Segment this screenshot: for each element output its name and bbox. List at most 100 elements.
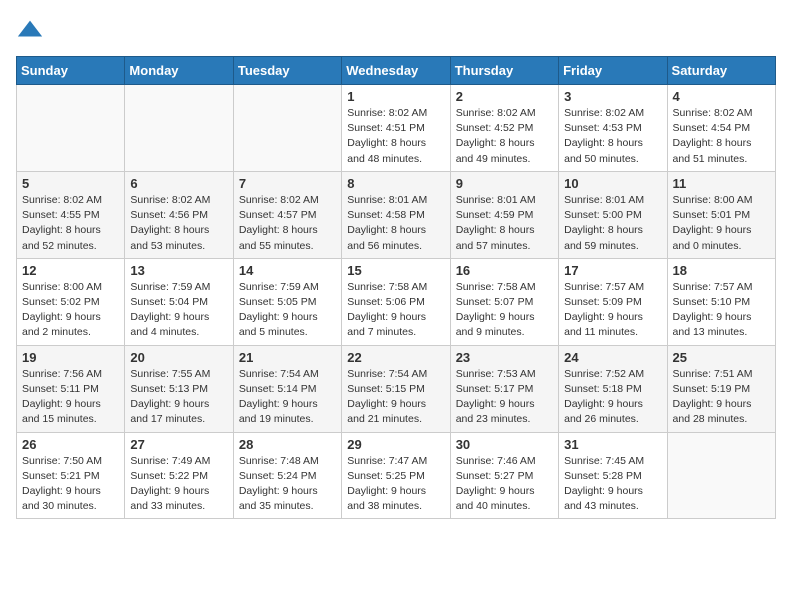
calendar-cell: 9Sunrise: 8:01 AM Sunset: 4:59 PM Daylig… (450, 171, 558, 258)
weekday-header-saturday: Saturday (667, 57, 775, 85)
calendar-cell: 16Sunrise: 7:58 AM Sunset: 5:07 PM Dayli… (450, 258, 558, 345)
day-number: 29 (347, 437, 444, 452)
day-info: Sunrise: 8:02 AM Sunset: 4:53 PM Dayligh… (564, 106, 661, 167)
day-number: 24 (564, 350, 661, 365)
day-number: 23 (456, 350, 553, 365)
day-info: Sunrise: 7:57 AM Sunset: 5:09 PM Dayligh… (564, 280, 661, 341)
day-number: 25 (673, 350, 770, 365)
day-number: 21 (239, 350, 336, 365)
calendar-cell: 29 Sunrise: 7:47 AM Sunset: 5:25 PM Dayli… (342, 432, 450, 519)
calendar-cell (667, 432, 775, 519)
calendar-week-row: 26 Sunrise: 7:50 AM Sunset: 5:21 PM Dayli… (17, 432, 776, 519)
day-info: Sunrise: 8:00 AM Sunset: 5:02 PM Dayligh… (22, 280, 119, 341)
day-info: Sunrise: 7:59 AM Sunset: 5:04 PM Dayligh… (130, 280, 227, 341)
calendar-cell: 13 Sunrise: 7:59 AM Sunset: 5:04 PM Dayli… (125, 258, 233, 345)
weekday-header-wednesday: Wednesday (342, 57, 450, 85)
calendar-cell: 10 Sunrise: 8:01 AM Sunset: 5:00 PM Dayli… (559, 171, 667, 258)
calendar-week-row: 12 Sunrise: 8:00 AM Sunset: 5:02 PM Dayli… (17, 258, 776, 345)
day-info: Sunrise: 7:54 AM Sunset: 5:14 PM Dayligh… (239, 367, 336, 428)
day-number: 12 (22, 263, 119, 278)
day-info: Sunrise: 7:51 AM Sunset: 5:19 PM Dayligh… (673, 367, 770, 428)
day-info: Sunrise: 7:48 AM Sunset: 5:24 PM Dayligh… (239, 454, 336, 515)
day-number: 15 (347, 263, 444, 278)
day-number: 3 (564, 89, 661, 104)
calendar-cell: 6 Sunrise: 8:02 AM Sunset: 4:56 PM Daylig… (125, 171, 233, 258)
calendar-cell: 26 Sunrise: 7:50 AM Sunset: 5:21 PM Dayli… (17, 432, 125, 519)
day-info: Sunrise: 8:01 AM Sunset: 4:58 PM Dayligh… (347, 193, 444, 254)
calendar-cell: 1 Sunrise: 8:02 AM Sunset: 4:51 PM Daylig… (342, 85, 450, 172)
weekday-header-friday: Friday (559, 57, 667, 85)
calendar-cell: 7 Sunrise: 8:02 AM Sunset: 4:57 PM Daylig… (233, 171, 341, 258)
calendar-cell (233, 85, 341, 172)
day-info: Sunrise: 8:02 AM Sunset: 4:55 PM Dayligh… (22, 193, 119, 254)
day-number: 19 (22, 350, 119, 365)
day-info: Sunrise: 8:00 AM Sunset: 5:01 PM Dayligh… (673, 193, 770, 254)
day-info: Sunrise: 7:59 AM Sunset: 5:05 PM Dayligh… (239, 280, 336, 341)
day-info: Sunrise: 7:45 AM Sunset: 5:28 PM Dayligh… (564, 454, 661, 515)
day-number: 26 (22, 437, 119, 452)
day-number: 6 (130, 176, 227, 191)
day-info: Sunrise: 8:02 AM Sunset: 4:57 PM Dayligh… (239, 193, 336, 254)
calendar-cell: 20 Sunrise: 7:55 AM Sunset: 5:13 PM Dayli… (125, 345, 233, 432)
day-info: Sunrise: 8:02 AM Sunset: 4:51 PM Dayligh… (347, 106, 444, 167)
day-info: Sunrise: 7:52 AM Sunset: 5:18 PM Dayligh… (564, 367, 661, 428)
day-info: Sunrise: 7:58 AM Sunset: 5:07 PM Dayligh… (456, 280, 553, 341)
day-number: 10 (564, 176, 661, 191)
day-info: Sunrise: 7:46 AM Sunset: 5:27 PM Dayligh… (456, 454, 553, 515)
calendar-cell: 4Sunrise: 8:02 AM Sunset: 4:54 PM Daylig… (667, 85, 775, 172)
calendar-week-row: 1 Sunrise: 8:02 AM Sunset: 4:51 PM Daylig… (17, 85, 776, 172)
day-info: Sunrise: 7:53 AM Sunset: 5:17 PM Dayligh… (456, 367, 553, 428)
day-info: Sunrise: 7:47 AM Sunset: 5:25 PM Dayligh… (347, 454, 444, 515)
logo-icon (16, 16, 44, 44)
day-number: 14 (239, 263, 336, 278)
calendar-cell: 14 Sunrise: 7:59 AM Sunset: 5:05 PM Dayli… (233, 258, 341, 345)
calendar-cell: 8 Sunrise: 8:01 AM Sunset: 4:58 PM Daylig… (342, 171, 450, 258)
day-info: Sunrise: 8:02 AM Sunset: 4:54 PM Dayligh… (673, 106, 770, 167)
day-number: 13 (130, 263, 227, 278)
weekday-header-monday: Monday (125, 57, 233, 85)
day-info: Sunrise: 7:49 AM Sunset: 5:22 PM Dayligh… (130, 454, 227, 515)
calendar-cell: 11 Sunrise: 8:00 AM Sunset: 5:01 PM Dayli… (667, 171, 775, 258)
day-number: 28 (239, 437, 336, 452)
calendar-cell: 23 Sunrise: 7:53 AM Sunset: 5:17 PM Dayli… (450, 345, 558, 432)
day-number: 22 (347, 350, 444, 365)
day-info: Sunrise: 7:50 AM Sunset: 5:21 PM Dayligh… (22, 454, 119, 515)
day-info: Sunrise: 7:57 AM Sunset: 5:10 PM Dayligh… (673, 280, 770, 341)
logo (16, 16, 48, 44)
calendar-cell: 30 Sunrise: 7:46 AM Sunset: 5:27 PM Dayli… (450, 432, 558, 519)
calendar-cell (125, 85, 233, 172)
calendar-cell: 27Sunrise: 7:49 AM Sunset: 5:22 PM Dayli… (125, 432, 233, 519)
day-number: 9 (456, 176, 553, 191)
day-info: Sunrise: 7:55 AM Sunset: 5:13 PM Dayligh… (130, 367, 227, 428)
day-number: 5 (22, 176, 119, 191)
day-number: 30 (456, 437, 553, 452)
day-number: 8 (347, 176, 444, 191)
day-number: 1 (347, 89, 444, 104)
calendar-table: SundayMondayTuesdayWednesdayThursdayFrid… (16, 56, 776, 519)
day-number: 2 (456, 89, 553, 104)
calendar-cell: 21 Sunrise: 7:54 AM Sunset: 5:14 PM Dayli… (233, 345, 341, 432)
weekday-header-thursday: Thursday (450, 57, 558, 85)
calendar-cell: 5 Sunrise: 8:02 AM Sunset: 4:55 PM Daylig… (17, 171, 125, 258)
calendar-cell: 12 Sunrise: 8:00 AM Sunset: 5:02 PM Dayli… (17, 258, 125, 345)
calendar-cell: 17 Sunrise: 7:57 AM Sunset: 5:09 PM Dayli… (559, 258, 667, 345)
calendar-cell: 28 Sunrise: 7:48 AM Sunset: 5:24 PM Dayli… (233, 432, 341, 519)
day-number: 7 (239, 176, 336, 191)
day-number: 11 (673, 176, 770, 191)
calendar-cell: 3 Sunrise: 8:02 AM Sunset: 4:53 PM Daylig… (559, 85, 667, 172)
weekday-header-sunday: Sunday (17, 57, 125, 85)
calendar-cell: 24 Sunrise: 7:52 AM Sunset: 5:18 PM Dayli… (559, 345, 667, 432)
day-info: Sunrise: 8:01 AM Sunset: 5:00 PM Dayligh… (564, 193, 661, 254)
day-info: Sunrise: 8:02 AM Sunset: 4:52 PM Dayligh… (456, 106, 553, 167)
calendar-cell: 18 Sunrise: 7:57 AM Sunset: 5:10 PM Dayli… (667, 258, 775, 345)
calendar-cell: 25 Sunrise: 7:51 AM Sunset: 5:19 PM Dayli… (667, 345, 775, 432)
day-number: 20 (130, 350, 227, 365)
calendar-cell: 2 Sunrise: 8:02 AM Sunset: 4:52 PM Daylig… (450, 85, 558, 172)
calendar-week-row: 5 Sunrise: 8:02 AM Sunset: 4:55 PM Daylig… (17, 171, 776, 258)
day-info: Sunrise: 8:02 AM Sunset: 4:56 PM Dayligh… (130, 193, 227, 254)
day-number: 17 (564, 263, 661, 278)
day-info: Sunrise: 7:54 AM Sunset: 5:15 PM Dayligh… (347, 367, 444, 428)
calendar-week-row: 19Sunrise: 7:56 AM Sunset: 5:11 PM Dayli… (17, 345, 776, 432)
day-number: 18 (673, 263, 770, 278)
weekday-header-tuesday: Tuesday (233, 57, 341, 85)
